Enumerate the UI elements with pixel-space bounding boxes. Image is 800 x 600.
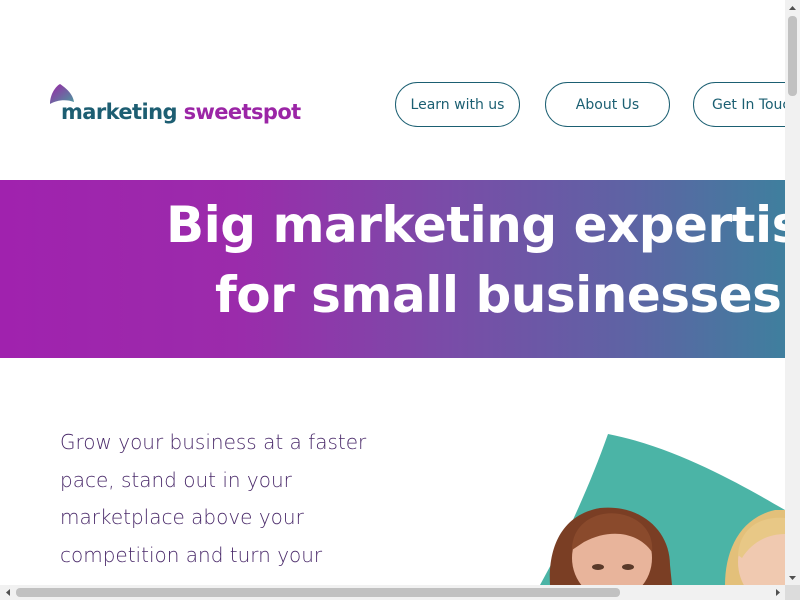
arrow-left-icon[interactable] [0,585,15,600]
nav-about-us-button[interactable]: About Us [545,82,670,127]
team-photo [540,434,785,585]
arrow-down-icon[interactable] [785,570,800,585]
logo-word-sweetspot: sweetspot [183,100,302,124]
horizontal-scrollbar[interactable] [0,585,785,600]
horizontal-scrollbar-thumb[interactable] [16,588,620,597]
hero-headline-line-1: Big marketing expertise [166,196,785,254]
site-logo[interactable]: marketing sweetspot [48,84,308,128]
logo-word-marketing: marketing [61,100,177,124]
logo-wordmark: marketing sweetspot [61,100,301,124]
hero-headline-line-2: for small businesses [215,266,782,324]
intro-paragraph: Grow your business at a faster pace, sta… [60,430,367,567]
arrow-right-icon[interactable] [770,585,785,600]
nav-learn-with-us-button[interactable]: Learn with us [395,82,520,127]
vertical-scrollbar[interactable] [785,0,800,585]
arrow-up-icon[interactable] [785,0,800,15]
scrollbar-corner [785,585,800,600]
hero-banner: Big marketing expertise for small busine… [0,180,785,358]
vertical-scrollbar-thumb[interactable] [788,16,797,96]
nav-get-in-touch-button[interactable]: Get In Touch [693,82,785,127]
page-viewport: marketing sweetspot Learn with us About … [0,0,785,585]
